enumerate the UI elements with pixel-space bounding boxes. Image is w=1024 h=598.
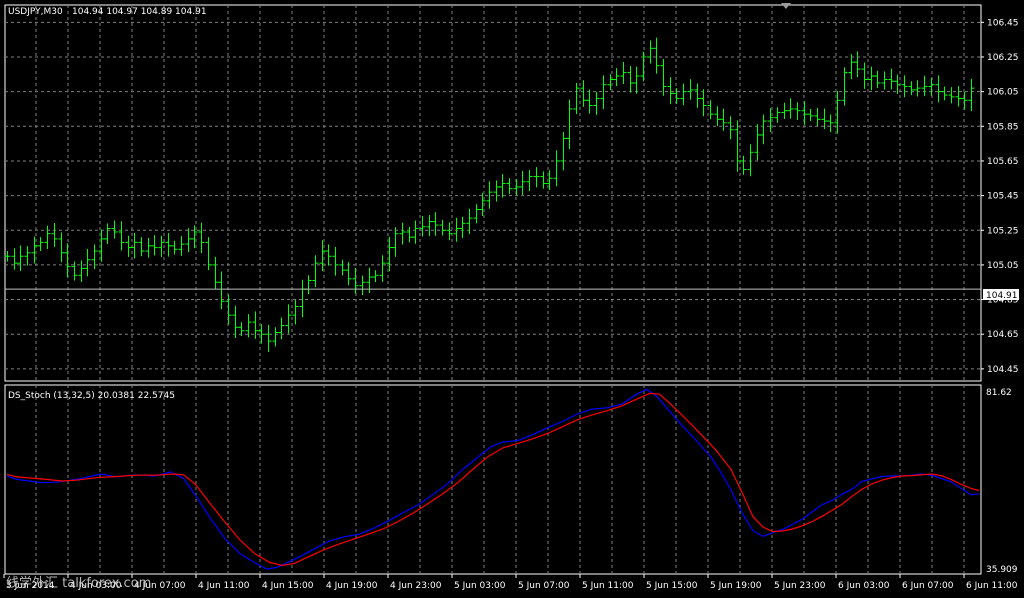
time-tick-label: 4 Jun 11:00 bbox=[198, 581, 250, 591]
time-tick-label: 6 Jun 07:00 bbox=[902, 581, 954, 591]
current-price-label: 104.91 bbox=[986, 291, 1018, 301]
price-tick-label: 106.45 bbox=[987, 18, 1019, 28]
ohlc-readout: 104.94 104.97 104.89 104.91 bbox=[72, 7, 207, 17]
price-tick-label: 106.25 bbox=[987, 53, 1019, 63]
price-tick-label: 106.05 bbox=[987, 88, 1019, 98]
symbol-label: USDJPY,M30 bbox=[8, 7, 63, 17]
price-tick-label: 105.25 bbox=[987, 226, 1019, 236]
time-tick-label: 4 Jun 19:00 bbox=[326, 581, 378, 591]
price-tick-label: 105.45 bbox=[987, 192, 1019, 202]
watermark: 线学外汇 talkforex.com bbox=[6, 575, 151, 591]
indicator-label: DS_Stoch (13,32,5) 20.0381 22.5745 bbox=[8, 391, 175, 401]
price-tick-label: 105.85 bbox=[987, 122, 1019, 132]
time-tick-label: 5 Jun 07:00 bbox=[518, 581, 570, 591]
time-tick-label: 5 Jun 23:00 bbox=[774, 581, 826, 591]
indicator-tick-label: 35.909 bbox=[986, 565, 1018, 575]
time-tick-label: 4 Jun 15:00 bbox=[262, 581, 314, 591]
trading-terminal-chart[interactable]: 106.45 106.25 106.05 105.85 105.65 105.45 105.… bbox=[0, 0, 1024, 594]
chart-canvas[interactable]: 106.45 106.25 106.05 105.85 105.65 105.45 105.… bbox=[0, 0, 1024, 594]
price-tick-label: 105.05 bbox=[987, 261, 1019, 271]
price-tick-label: 105.65 bbox=[987, 157, 1019, 167]
price-tick-label: 104.65 bbox=[987, 330, 1019, 340]
time-tick-label: 5 Jun 03:00 bbox=[454, 581, 506, 591]
time-tick-label: 5 Jun 15:00 bbox=[646, 581, 698, 591]
time-tick-label: 4 Jun 23:00 bbox=[390, 581, 442, 591]
indicator-tick-label: 81.62 bbox=[986, 388, 1012, 398]
time-tick-label: 5 Jun 11:00 bbox=[582, 581, 634, 591]
time-tick-label: 5 Jun 19:00 bbox=[710, 581, 762, 591]
time-tick-label: 6 Jun 11:00 bbox=[966, 581, 1018, 591]
price-tick-label: 104.45 bbox=[987, 365, 1019, 375]
time-tick-label: 6 Jun 03:00 bbox=[838, 581, 890, 591]
